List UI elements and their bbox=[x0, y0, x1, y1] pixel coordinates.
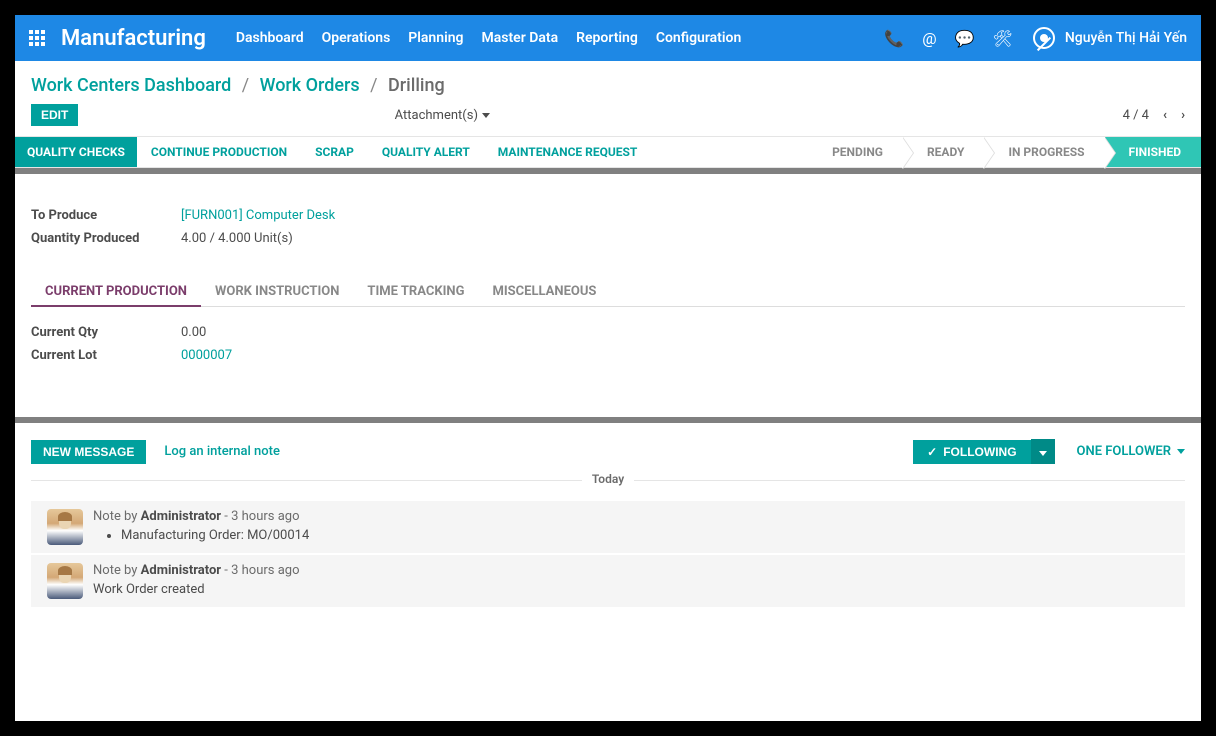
msg-prefix: Note by bbox=[93, 563, 141, 578]
chat-date-label: Today bbox=[582, 472, 634, 486]
check-icon: ✓ bbox=[927, 445, 937, 459]
breadcrumb-sep: / bbox=[370, 75, 377, 96]
pager-next-icon[interactable]: › bbox=[1181, 108, 1185, 123]
caret-down-icon bbox=[1039, 451, 1047, 456]
following-label: FOLLOWING bbox=[943, 445, 1016, 459]
avatar-icon bbox=[47, 563, 83, 599]
menu-reporting[interactable]: Reporting bbox=[576, 30, 638, 46]
detail-tabs: CURRENT PRODUCTION WORK INSTRUCTION TIME… bbox=[31, 278, 1185, 307]
followers-label: ONE FOLLOWER bbox=[1077, 444, 1171, 459]
toolbar: EDIT Attachment(s) 4 / 4 ‹ › bbox=[15, 100, 1201, 136]
apps-grid-icon[interactable] bbox=[29, 30, 45, 46]
chatter: NEW MESSAGE Log an internal note ✓ FOLLO… bbox=[15, 423, 1201, 609]
status-pending[interactable]: PENDING bbox=[808, 137, 903, 167]
breadcrumb-workorders[interactable]: Work Orders bbox=[260, 75, 360, 96]
current-lot-label: Current Lot bbox=[31, 348, 181, 363]
msg-time: - 3 hours ago bbox=[221, 509, 299, 524]
at-icon[interactable]: @ bbox=[922, 29, 936, 48]
maintenance-request-button[interactable]: MAINTENANCE REQUEST bbox=[484, 137, 652, 167]
chat-icon[interactable]: 💬 bbox=[955, 29, 975, 48]
quality-alert-button[interactable]: QUALITY ALERT bbox=[368, 137, 484, 167]
quality-checks-button[interactable]: QUALITY CHECKS bbox=[15, 137, 137, 167]
msg-author: Administrator bbox=[141, 509, 221, 524]
status-chain: PENDING READY IN PROGRESS FINISHED bbox=[808, 137, 1201, 167]
user-avatar-icon bbox=[1033, 27, 1055, 49]
action-bar: QUALITY CHECKS CONTINUE PRODUCTION SCRAP… bbox=[15, 136, 1201, 168]
pager-count: 4 / 4 bbox=[1123, 108, 1149, 123]
breadcrumb-sep: / bbox=[242, 75, 249, 96]
brand-title: Manufacturing bbox=[61, 26, 206, 51]
current-qty-label: Current Qty bbox=[31, 325, 181, 340]
tab-work-instruction[interactable]: WORK INSTRUCTION bbox=[201, 278, 353, 306]
menu-dashboard[interactable]: Dashboard bbox=[236, 30, 304, 46]
following-button[interactable]: ✓ FOLLOWING bbox=[913, 440, 1030, 464]
current-qty-value: 0.00 bbox=[181, 325, 206, 340]
chat-message: Note by Administrator - 3 hours ago Manu… bbox=[31, 501, 1185, 553]
to-produce-value[interactable]: [FURN001] Computer Desk bbox=[181, 208, 335, 223]
phone-icon[interactable]: 📞 bbox=[884, 29, 904, 48]
menu-master-data[interactable]: Master Data bbox=[482, 30, 559, 46]
user-menu[interactable]: Nguyễn Thị Hải Yến bbox=[1033, 27, 1187, 49]
top-icons: 📞 @ 💬 🛠 bbox=[884, 29, 1013, 48]
status-ready[interactable]: READY bbox=[903, 137, 984, 167]
caret-down-icon bbox=[482, 113, 490, 118]
top-navbar: Manufacturing Dashboard Operations Plann… bbox=[15, 15, 1201, 61]
qty-produced-value: 4.00 / 4.000 Unit(s) bbox=[181, 231, 293, 246]
avatar-icon bbox=[47, 509, 83, 545]
tab-miscellaneous[interactable]: MISCELLANEOUS bbox=[478, 278, 610, 306]
chat-message: Note by Administrator - 3 hours ago Work… bbox=[31, 555, 1185, 607]
followers-link[interactable]: ONE FOLLOWER bbox=[1077, 444, 1185, 459]
tab-time-tracking[interactable]: TIME TRACKING bbox=[353, 278, 478, 306]
msg-prefix: Note by bbox=[93, 509, 141, 524]
main-menu: Dashboard Operations Planning Master Dat… bbox=[236, 30, 741, 46]
msg-author: Administrator bbox=[141, 563, 221, 578]
msg-time: - 3 hours ago bbox=[221, 563, 299, 578]
log-note-link[interactable]: Log an internal note bbox=[164, 444, 280, 459]
new-message-button[interactable]: NEW MESSAGE bbox=[31, 440, 146, 464]
menu-operations[interactable]: Operations bbox=[322, 30, 391, 46]
pager: 4 / 4 ‹ › bbox=[1123, 108, 1185, 123]
user-name-label: Nguyễn Thị Hải Yến bbox=[1065, 30, 1187, 46]
status-inprogress[interactable]: IN PROGRESS bbox=[984, 137, 1104, 167]
tab-current-production[interactable]: CURRENT PRODUCTION bbox=[31, 278, 201, 307]
pager-prev-icon[interactable]: ‹ bbox=[1163, 108, 1167, 123]
current-lot-value[interactable]: 0000007 bbox=[181, 348, 232, 363]
tab-content: Current Qty 0.00 Current Lot 0000007 bbox=[31, 307, 1185, 407]
msg-line: Work Order created bbox=[93, 582, 1169, 597]
breadcrumb: Work Centers Dashboard / Work Orders / D… bbox=[15, 61, 1201, 100]
attachments-dropdown[interactable]: Attachment(s) bbox=[395, 108, 490, 123]
chat-date-divider: Today bbox=[31, 480, 1185, 501]
status-finished[interactable]: FINISHED bbox=[1105, 137, 1201, 167]
breadcrumb-workcenters[interactable]: Work Centers Dashboard bbox=[31, 75, 231, 96]
msg-line: Manufacturing Order: MO/00014 bbox=[121, 528, 1169, 543]
following-caret[interactable] bbox=[1031, 439, 1055, 464]
to-produce-label: To Produce bbox=[31, 208, 181, 223]
continue-production-button[interactable]: CONTINUE PRODUCTION bbox=[137, 137, 301, 167]
menu-planning[interactable]: Planning bbox=[408, 30, 463, 46]
scrap-button[interactable]: SCRAP bbox=[301, 137, 368, 167]
menu-configuration[interactable]: Configuration bbox=[656, 30, 741, 46]
tools-icon[interactable]: 🛠 bbox=[993, 29, 1013, 48]
form-body: To Produce [FURN001] Computer Desk Quant… bbox=[15, 174, 1201, 417]
qty-produced-label: Quantity Produced bbox=[31, 231, 181, 246]
attachments-label: Attachment(s) bbox=[395, 108, 478, 123]
edit-button[interactable]: EDIT bbox=[31, 104, 78, 126]
breadcrumb-current: Drilling bbox=[388, 75, 445, 96]
caret-down-icon bbox=[1177, 449, 1185, 454]
